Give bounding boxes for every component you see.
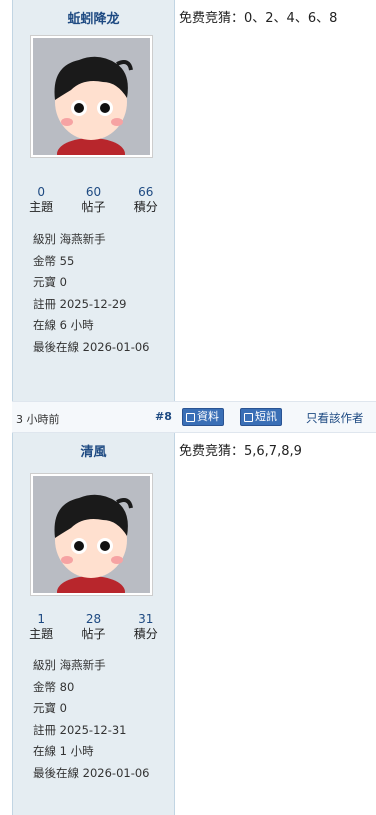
avatar[interactable] <box>30 473 153 596</box>
info-last-online: 最後在線 2026-01-06 <box>33 339 150 354</box>
stat-credits[interactable]: 66 積分 <box>122 185 170 215</box>
post-time: 3 小時前 <box>16 413 60 426</box>
author-name[interactable]: 清風 <box>13 441 174 460</box>
info-ingot: 元寶 0 <box>33 701 67 715</box>
pm-button[interactable]: 短訊 <box>240 408 282 426</box>
stat-value: 31 <box>138 612 154 626</box>
author-info: 級別 海燕新手 金幣 55 元寶 0 註冊 2025-12-29 在線 6 小時… <box>33 229 173 358</box>
info-registered: 註冊 2025-12-29 <box>33 296 127 311</box>
profile-button[interactable]: 資料 <box>182 408 224 426</box>
stat-threads[interactable]: 1 主題 <box>17 612 65 642</box>
message-icon <box>244 412 253 422</box>
info-level: 級別 海燕新手 <box>33 658 106 672</box>
post-message: 免费竞猜：0、2、4、6、8 <box>179 11 338 26</box>
stat-threads[interactable]: 0 主題 <box>17 185 65 215</box>
post-1: 蚯蚓降龙 0 主題 60 帖子 66 積分 級別 海燕新手 金幣 55 元寶 0… <box>0 0 376 401</box>
stat-label: 帖子 <box>81 200 106 214</box>
info-online: 在線 1 小時 <box>33 744 94 758</box>
info-level: 級別 海燕新手 <box>33 232 106 246</box>
stat-label: 積分 <box>133 627 158 641</box>
pm-button-label: 短訊 <box>255 410 277 423</box>
stat-value: 0 <box>37 185 45 199</box>
info-ingot: 元寶 0 <box>33 275 67 289</box>
author-info: 級別 海燕新手 金幣 80 元寶 0 註冊 2025-12-31 在線 1 小時… <box>33 655 173 784</box>
stat-value: 60 <box>85 185 102 199</box>
avatar-image <box>33 476 150 593</box>
author-sidebar: 清風 1 主題 28 帖子 31 積分 級別 海燕新手 金幣 80 元寶 0 註… <box>12 433 175 815</box>
post-action-bar: 3 小時前 #8 資料 短訊 只看該作者 <box>12 401 376 433</box>
author-only-link[interactable]: 只看該作者 <box>306 410 364 426</box>
author-stats: 1 主題 28 帖子 31 積分 <box>13 612 174 642</box>
post-content: 免费竞猜：5,6,7,8,9 <box>175 433 376 815</box>
post-content: 免费竞猜：0、2、4、6、8 <box>175 0 376 401</box>
avatar-image <box>33 38 150 155</box>
stat-value: 1 <box>37 612 45 626</box>
info-gold: 金幣 80 <box>33 679 75 694</box>
stat-value: 66 <box>138 185 154 199</box>
stat-label: 主題 <box>29 200 54 214</box>
author-name[interactable]: 蚯蚓降龙 <box>13 8 174 27</box>
author-sidebar: 蚯蚓降龙 0 主題 60 帖子 66 積分 級別 海燕新手 金幣 55 元寶 0… <box>12 0 175 401</box>
stat-label: 帖子 <box>81 627 106 641</box>
stat-posts[interactable]: 28 帖子 <box>69 612 117 642</box>
post-message: 免费竞猜：5,6,7,8,9 <box>179 444 302 459</box>
post-2: 清風 1 主題 28 帖子 31 積分 級別 海燕新手 金幣 80 元寶 0 註… <box>0 433 376 815</box>
stat-label: 主題 <box>29 627 54 641</box>
info-registered: 註冊 2025-12-31 <box>33 722 127 737</box>
info-gold: 金幣 55 <box>33 253 75 268</box>
stat-value: 28 <box>85 612 102 626</box>
info-last-online: 最後在線 2026-01-06 <box>33 765 150 780</box>
avatar[interactable] <box>30 35 153 158</box>
info-online: 在線 6 小時 <box>33 318 94 332</box>
stat-credits[interactable]: 31 積分 <box>122 612 170 642</box>
stat-posts[interactable]: 60 帖子 <box>69 185 117 215</box>
author-stats: 0 主題 60 帖子 66 積分 <box>13 185 174 215</box>
profile-icon <box>186 412 195 422</box>
floor-number[interactable]: #8 <box>155 410 172 423</box>
profile-button-label: 資料 <box>197 410 219 423</box>
stat-label: 積分 <box>133 200 158 214</box>
